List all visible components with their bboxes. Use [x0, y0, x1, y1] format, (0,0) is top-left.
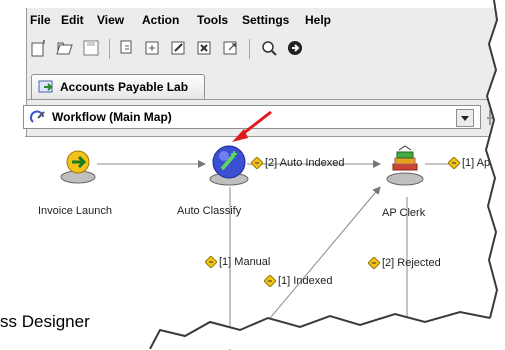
caption-text: ss Designer [0, 312, 90, 331]
torn-edge-decoration [0, 0, 505, 349]
